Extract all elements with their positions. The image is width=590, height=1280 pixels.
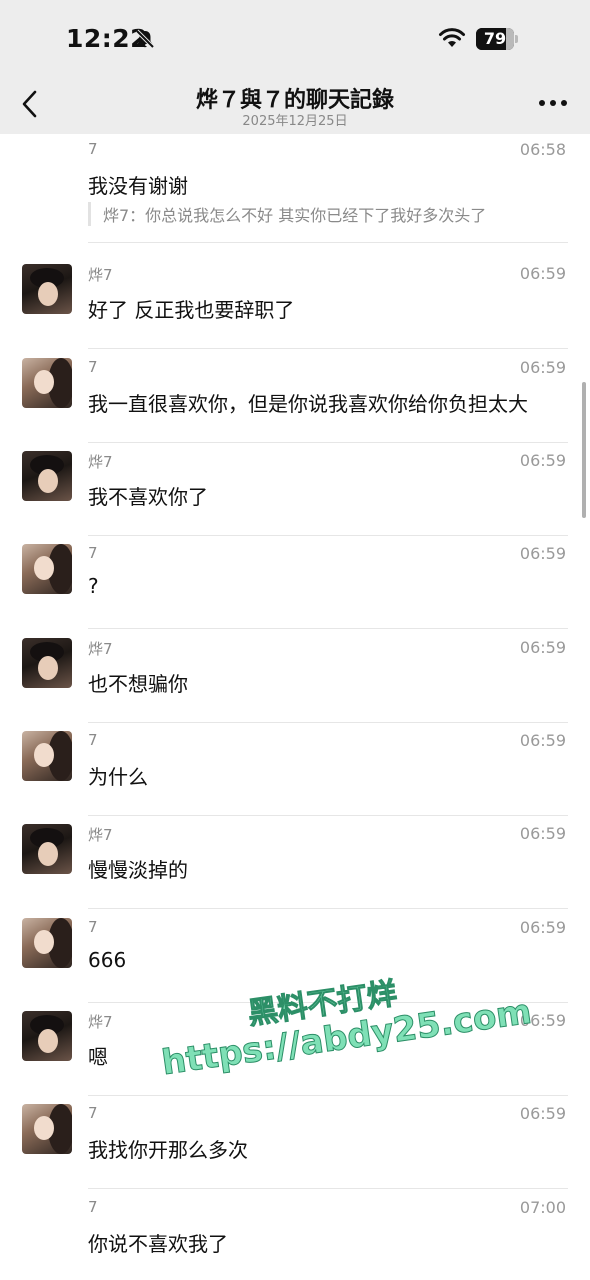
message-text: 我不喜欢你了 <box>88 485 208 509</box>
message-time: 06:59 <box>519 451 566 470</box>
message-row[interactable]: 7 06:58 我没有谢谢烨7：你总说我怎么不好 其实你已经下了我好多次头了 <box>0 134 590 243</box>
sender-name: 7 <box>88 918 98 936</box>
sender-name: 7 <box>88 731 98 749</box>
message-row[interactable]: 烨7 06:59 也不想骗你 <box>0 630 590 723</box>
avatar[interactable] <box>22 544 72 594</box>
message-time: 06:59 <box>519 1011 566 1030</box>
message-text: 为什么 <box>88 765 148 789</box>
sender-name: 烨7 <box>88 453 113 471</box>
message-time: 06:59 <box>519 731 566 750</box>
chat-history-list[interactable]: 7 06:58 我没有谢谢烨7：你总说我怎么不好 其实你已经下了我好多次头了烨7 06… <box>0 134 590 1280</box>
avatar[interactable] <box>22 824 72 874</box>
sender-name: 7 <box>88 358 98 376</box>
message-time: 06:59 <box>519 544 566 563</box>
message-time: 06:59 <box>519 1104 566 1123</box>
message-row[interactable]: 7 06:59 我找你开那么多次 <box>0 1096 590 1189</box>
message-text: 你说不喜欢我了 <box>88 1232 228 1256</box>
sender-name: 7 <box>88 140 98 158</box>
avatar[interactable] <box>22 451 72 501</box>
message-text: 慢慢淡掉的 <box>88 858 188 882</box>
message-text: 666 <box>88 948 127 972</box>
scrollbar[interactable] <box>582 382 586 518</box>
sender-name: 7 <box>88 1198 98 1216</box>
divider <box>88 628 568 629</box>
message-text: 好了 反正我也要辞职了 <box>88 298 295 322</box>
message-text: 我找你开那么多次 <box>88 1138 248 1162</box>
avatar[interactable] <box>22 1011 72 1061</box>
sender-name: 7 <box>88 544 98 562</box>
avatar[interactable] <box>22 358 72 408</box>
message-time: 06:58 <box>519 140 566 159</box>
message-row[interactable]: 烨7 06:59 我不喜欢你了 <box>0 443 590 536</box>
message-time: 06:59 <box>519 264 566 283</box>
quoted-reply: 烨7：你总说我怎么不好 其实你已经下了我好多次头了 <box>88 202 486 226</box>
message-row[interactable]: 烨7 06:59 好了 反正我也要辞职了 <box>0 256 590 349</box>
message-text: ? <box>88 574 99 598</box>
sender-name: 7 <box>88 1104 98 1122</box>
message-row[interactable]: 烨7 06:59 嗯 <box>0 1003 590 1096</box>
divider <box>88 348 568 349</box>
message-row[interactable]: 7 06:59 为什么 <box>0 723 590 816</box>
message-row[interactable]: 烨7 06:59 慢慢淡掉的 <box>0 816 590 909</box>
message-row[interactable]: 7 06:59? <box>0 536 590 629</box>
avatar[interactable] <box>22 918 72 968</box>
message-row[interactable]: 7 07:00 你说不喜欢我了 <box>0 1190 590 1280</box>
page-subtitle-date: 2025年12月25日 <box>242 114 348 129</box>
avatar[interactable] <box>22 1104 72 1154</box>
bell-muted-icon <box>135 29 155 49</box>
message-text: 我没有谢谢 <box>88 174 188 198</box>
avatar[interactable] <box>22 264 72 314</box>
sender-name: 烨7 <box>88 826 113 844</box>
message-text: 嗯 <box>88 1045 108 1069</box>
divider <box>88 242 568 243</box>
avatar[interactable] <box>22 638 72 688</box>
message-time: 06:59 <box>519 358 566 377</box>
battery-level-text: 79 <box>483 29 507 48</box>
message-time: 06:59 <box>519 824 566 843</box>
divider <box>88 1188 568 1189</box>
header-bar: 12:22 79 烨７與７的聊天記錄 2025年12月25日 <box>0 0 590 134</box>
message-text: 也不想骗你 <box>88 672 188 696</box>
divider <box>88 908 568 909</box>
message-row[interactable]: 7 06:59 666 <box>0 910 590 1003</box>
wifi-icon <box>439 28 465 47</box>
message-time: 06:59 <box>519 918 566 937</box>
battery-indicator: 79 <box>476 28 518 50</box>
avatar[interactable] <box>22 731 72 781</box>
message-row[interactable]: 7 06:59 我一直很喜欢你，但是你说我喜欢你给你负担太大 <box>0 350 590 443</box>
message-time: 06:59 <box>519 638 566 657</box>
sender-name: 烨7 <box>88 266 113 284</box>
sender-name: 烨7 <box>88 640 113 658</box>
message-text: 我一直很喜欢你，但是你说我喜欢你给你负担太大 <box>88 392 528 416</box>
message-time: 07:00 <box>519 1198 566 1217</box>
more-options-icon[interactable] <box>538 98 568 108</box>
sender-name: 烨7 <box>88 1013 113 1031</box>
